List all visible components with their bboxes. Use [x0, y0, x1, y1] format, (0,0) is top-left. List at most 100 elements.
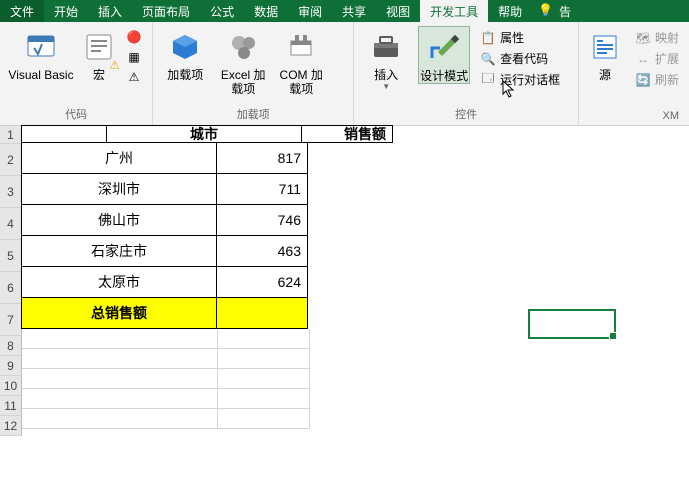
excel-addins-button[interactable]: Excel 加载项: [217, 26, 269, 97]
tab-file[interactable]: 文件: [0, 0, 44, 22]
code-small-buttons: 🔴 ▦ ⚠: [122, 26, 146, 86]
refresh-icon: 🔄: [635, 72, 651, 88]
tab-tell-me[interactable]: 告: [559, 0, 581, 22]
cell-sales[interactable]: 624: [216, 266, 308, 298]
run-dialog-label: 运行对话框: [500, 71, 560, 88]
tell-me-icon[interactable]: 💡: [532, 0, 559, 22]
table-row: 深圳市 711: [22, 174, 393, 205]
design-mode-button[interactable]: 设计模式: [418, 26, 470, 84]
relative-ref-button[interactable]: ▦: [122, 48, 146, 66]
addins-button[interactable]: 加载项: [159, 26, 211, 82]
row-header-3[interactable]: 3: [0, 176, 22, 208]
row-header-1[interactable]: 1: [0, 126, 22, 144]
tab-data[interactable]: 数据: [244, 0, 288, 22]
group-code-label: 代码: [6, 104, 146, 125]
excel-addins-icon: [226, 30, 260, 64]
header-sales[interactable]: 销售额: [301, 125, 393, 143]
row-header-2[interactable]: 2: [0, 144, 22, 176]
cell-total-value[interactable]: [216, 297, 308, 329]
vb-label: Visual Basic: [8, 68, 73, 82]
tab-insert[interactable]: 插入: [88, 0, 132, 22]
group-xml-label: XM: [585, 108, 683, 125]
expand-icon: ↔: [635, 51, 651, 67]
source-button[interactable]: 源: [585, 26, 625, 82]
cell[interactable]: [218, 349, 310, 369]
dropdown-icon: ▼: [382, 82, 390, 92]
grid[interactable]: 城市 销售额 广州 817 深圳市 711 佛山市 746 石家庄市 463 太…: [22, 126, 393, 429]
excel-addins-label: Excel 加载项: [217, 68, 269, 97]
controls-small-buttons: 📋 属性 🔍 查看代码 🗔 运行对话框: [476, 26, 564, 89]
tab-page-layout[interactable]: 页面布局: [132, 0, 200, 22]
row-header-9[interactable]: 9: [0, 356, 22, 376]
table-row: 城市 销售额: [22, 126, 393, 143]
cell-sales[interactable]: 817: [216, 142, 308, 174]
cell[interactable]: [218, 329, 310, 349]
cell-city[interactable]: 石家庄市: [21, 235, 217, 267]
table-row: 广州 817: [22, 143, 393, 174]
group-controls: 插入 ▼ 设计模式 📋 属性 🔍 查看代码 🗔: [354, 22, 579, 125]
tab-share[interactable]: 共享: [332, 0, 376, 22]
cell-sales[interactable]: 746: [216, 204, 308, 236]
row-header-5[interactable]: 5: [0, 240, 22, 272]
macro-button[interactable]: 宏: [82, 26, 116, 82]
refresh-button[interactable]: 🔄 刷新: [631, 70, 683, 89]
cell-city[interactable]: 佛山市: [21, 204, 217, 236]
warning-icon: ⚠: [126, 69, 142, 85]
visual-basic-button[interactable]: Visual Basic: [6, 26, 76, 82]
header-city[interactable]: 城市: [106, 125, 302, 143]
expansion-button[interactable]: ↔ 扩展: [631, 49, 683, 68]
row-header-7[interactable]: 7: [0, 304, 22, 336]
table-row: 石家庄市 463: [22, 236, 393, 267]
cell-sales[interactable]: 463: [216, 235, 308, 267]
cell[interactable]: [22, 329, 218, 349]
cell-a1[interactable]: [21, 125, 107, 143]
row-header-10[interactable]: 10: [0, 376, 22, 396]
cell[interactable]: [22, 389, 218, 409]
cell[interactable]: [22, 369, 218, 389]
row-header-8[interactable]: 8: [0, 336, 22, 356]
cell-city[interactable]: 深圳市: [21, 173, 217, 205]
cell[interactable]: [22, 409, 218, 429]
run-dialog-button[interactable]: 🗔 运行对话框: [476, 70, 564, 89]
ribbon: Visual Basic 宏 🔴 ▦ ⚠ 代码 加载项: [0, 22, 689, 126]
macro-security-button[interactable]: ⚠: [122, 68, 146, 86]
row-header-12[interactable]: 12: [0, 416, 22, 436]
table-row: [22, 389, 393, 409]
row-header-4[interactable]: 4: [0, 208, 22, 240]
source-label: 源: [599, 68, 611, 82]
group-addins-label: 加载项: [159, 104, 347, 125]
design-mode-label: 设计模式: [420, 69, 468, 83]
group-controls-label: 控件: [360, 104, 572, 125]
cell[interactable]: [218, 389, 310, 409]
insert-control-button[interactable]: 插入 ▼: [360, 26, 412, 92]
row-header-11[interactable]: 11: [0, 396, 22, 416]
properties-button[interactable]: 📋 属性: [476, 28, 564, 47]
cell-total-label[interactable]: 总销售额: [21, 297, 217, 329]
com-addins-label: COM 加载项: [275, 68, 327, 97]
design-mode-icon: [427, 31, 461, 65]
table-row: [22, 369, 393, 389]
map-properties-button[interactable]: 🗺 映射: [631, 28, 683, 47]
cell-city[interactable]: 太原市: [21, 266, 217, 298]
view-code-button[interactable]: 🔍 查看代码: [476, 49, 564, 68]
tab-view[interactable]: 视图: [376, 0, 420, 22]
table-row: 佛山市 746: [22, 205, 393, 236]
table-row-total: 总销售额: [22, 298, 393, 329]
properties-label: 属性: [500, 29, 524, 46]
com-addins-button[interactable]: COM 加载项: [275, 26, 327, 97]
cell-city[interactable]: 广州: [21, 142, 217, 174]
row-header-6[interactable]: 6: [0, 272, 22, 304]
cell[interactable]: [22, 349, 218, 369]
tab-help[interactable]: 帮助: [488, 0, 532, 22]
tab-home[interactable]: 开始: [44, 0, 88, 22]
record-icon: 🔴: [126, 29, 142, 45]
cell[interactable]: [218, 409, 310, 429]
cell[interactable]: [218, 369, 310, 389]
tab-review[interactable]: 审阅: [288, 0, 332, 22]
cell-sales[interactable]: 711: [216, 173, 308, 205]
table-row: [22, 349, 393, 369]
record-macro-button[interactable]: 🔴: [122, 28, 146, 46]
cell-selection[interactable]: [528, 309, 616, 339]
tab-formula[interactable]: 公式: [200, 0, 244, 22]
tab-developer[interactable]: 开发工具: [420, 0, 488, 22]
